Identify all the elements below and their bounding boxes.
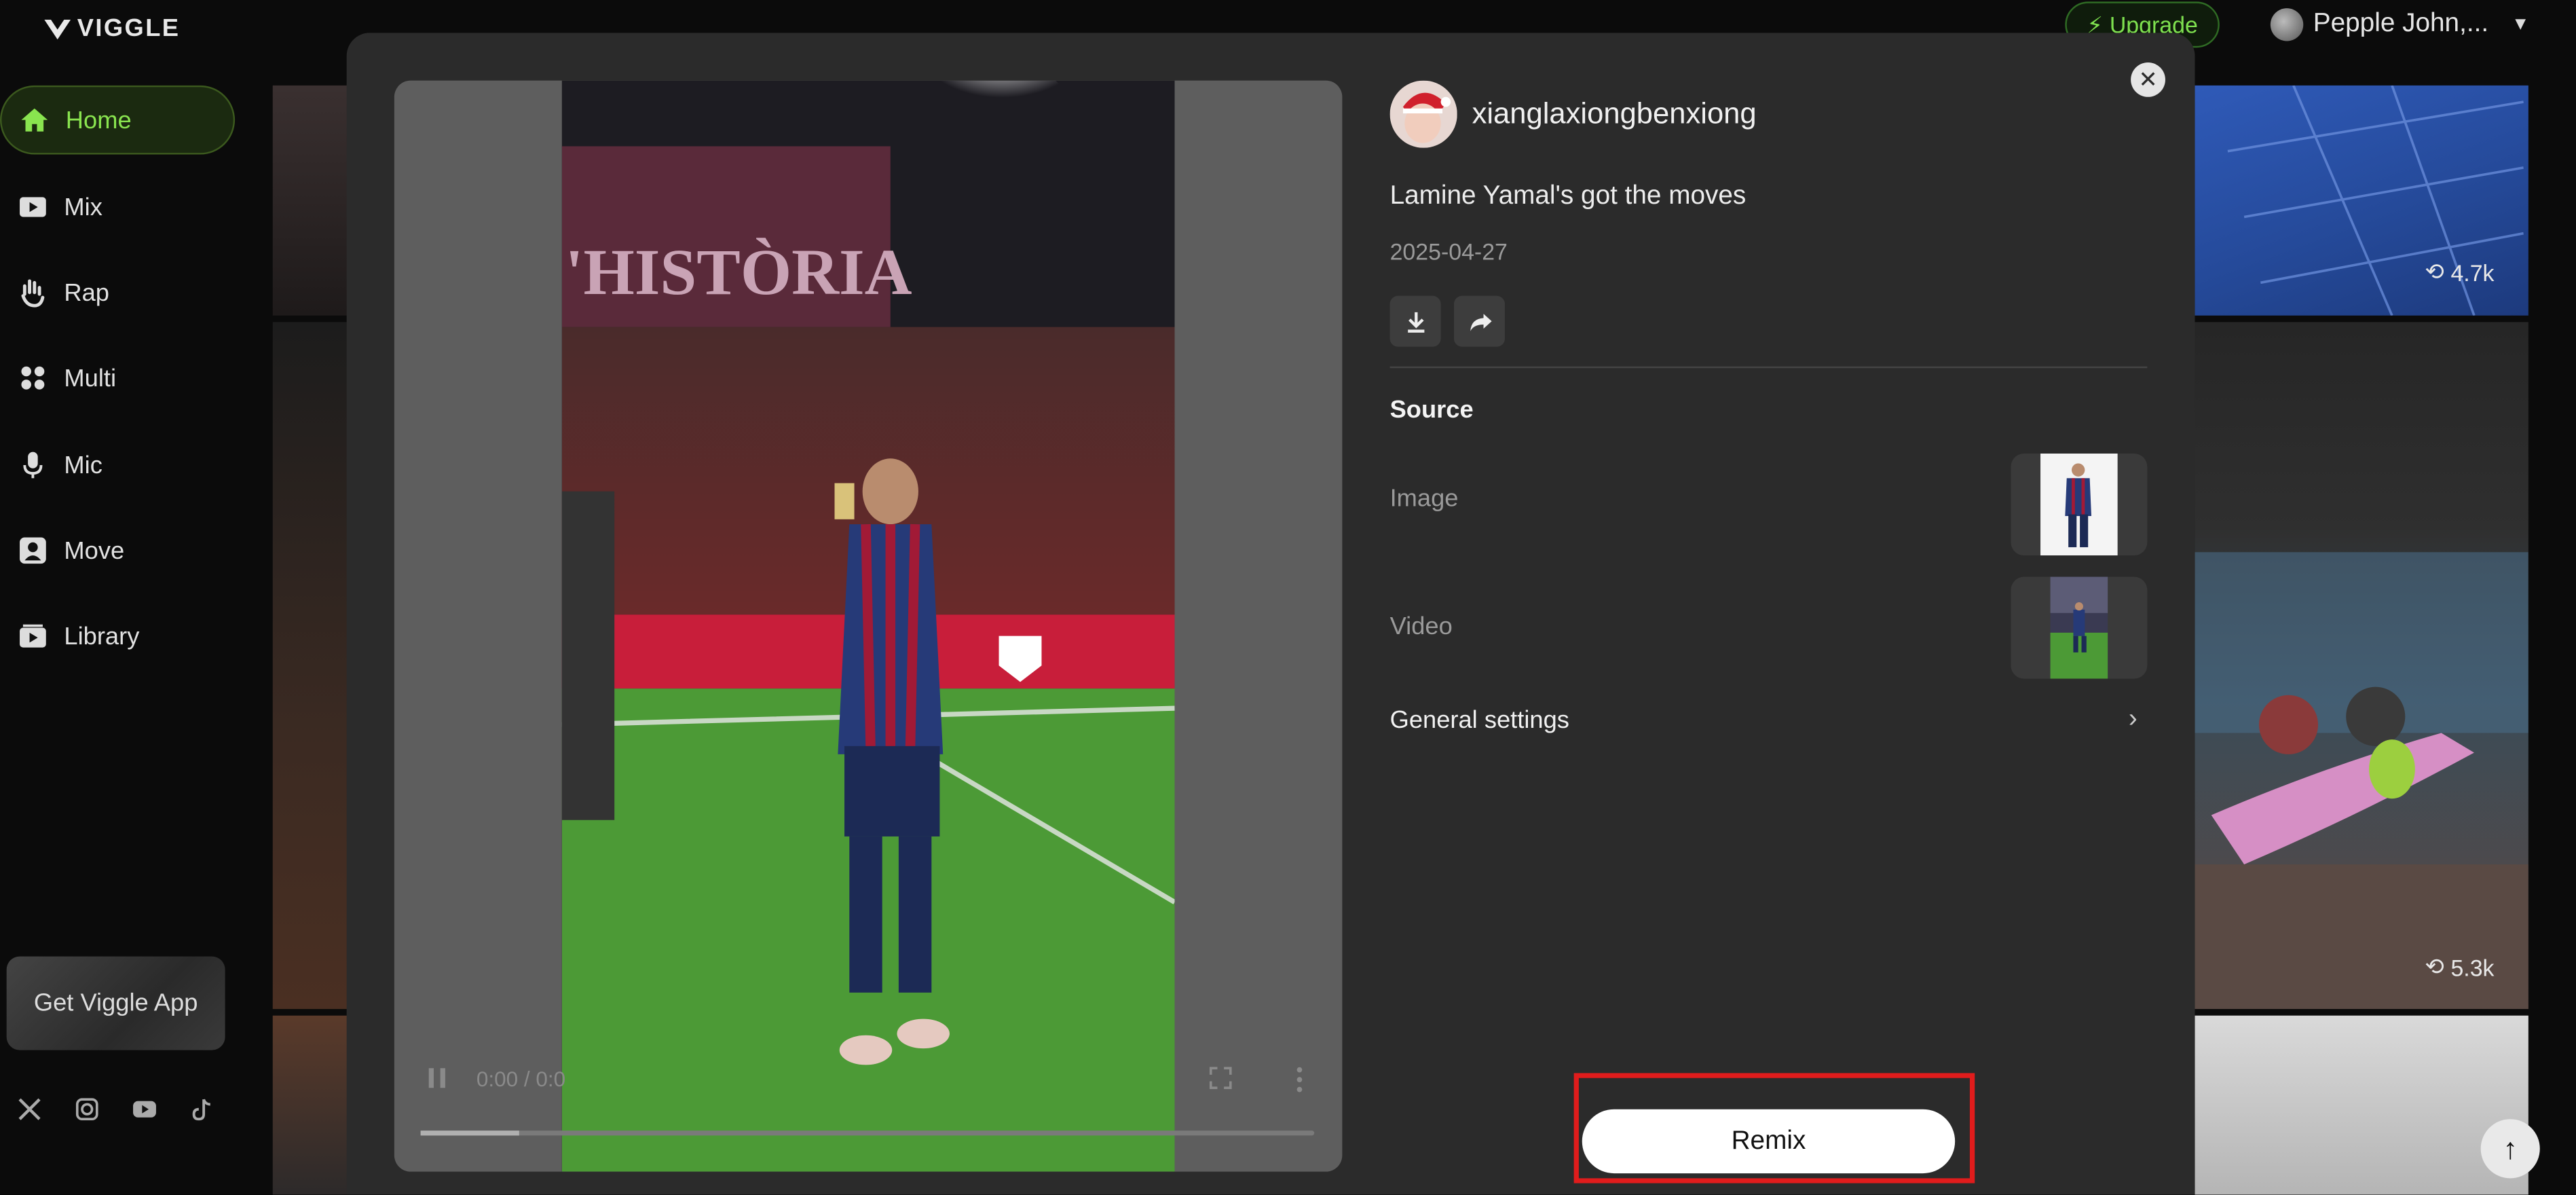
sidebar-item-multi[interactable]: Multi xyxy=(0,344,235,413)
more-options-button[interactable] xyxy=(1294,1067,1305,1093)
sidebar-item-label: Mix xyxy=(64,193,102,221)
seek-bar-fill xyxy=(420,1130,519,1136)
video-detail-modal: 'HISTÒRIA 0:00 / 0:0 ✕ xianglaxiongbenxi… xyxy=(346,33,2195,1195)
multi-icon xyxy=(18,363,48,393)
user-menu[interactable]: Pepple John,... ▼ xyxy=(2270,8,2530,41)
general-settings-label: General settings xyxy=(1389,705,1569,734)
play-box-icon xyxy=(18,192,48,222)
logo-text: VIGGLE xyxy=(77,14,181,43)
download-button[interactable] xyxy=(1389,295,1441,347)
video-still-image: 'HISTÒRIA xyxy=(561,80,1175,1172)
author-name: xianglaxiongbenxiong xyxy=(1472,96,1757,130)
mic-icon xyxy=(18,450,48,480)
seek-bar[interactable] xyxy=(420,1130,1315,1136)
viggle-logo-icon xyxy=(44,18,71,39)
sidebar-item-label: Mic xyxy=(64,451,102,479)
close-button[interactable]: ✕ xyxy=(2131,62,2165,97)
video-frame: 'HISTÒRIA xyxy=(561,80,1175,1172)
arrow-up-icon: ↑ xyxy=(2503,1131,2518,1164)
feed-tile[interactable] xyxy=(2195,322,2528,1010)
source-video xyxy=(2050,576,2108,679)
repost-icon: ⟲ xyxy=(2425,953,2444,980)
fullscreen-button[interactable] xyxy=(1209,1067,1232,1090)
tile-scene-decoration xyxy=(2195,552,2528,1010)
source-heading: Source xyxy=(1389,396,1474,424)
feed-tile[interactable] xyxy=(272,85,355,316)
youtube-icon[interactable] xyxy=(130,1095,160,1124)
divider xyxy=(1389,366,2148,369)
sidebar-item-library[interactable]: Library xyxy=(0,602,235,671)
user-avatar xyxy=(2270,8,2304,41)
chevron-right-icon: › xyxy=(2128,705,2138,733)
author-avatar xyxy=(1389,80,1457,148)
social-links xyxy=(15,1095,217,1124)
source-image xyxy=(2040,454,2118,556)
feed-tile[interactable] xyxy=(2195,1015,2528,1195)
get-app-banner[interactable]: Get Viggle App xyxy=(6,956,225,1050)
view-count: 5.3k xyxy=(2450,953,2495,980)
general-settings-row[interactable]: General settings › xyxy=(1390,705,2148,735)
scroll-to-top-button[interactable]: ↑ xyxy=(2480,1119,2540,1179)
video-title: Lamine Yamal's got the moves xyxy=(1389,182,1747,210)
chevron-down-icon: ▼ xyxy=(2512,14,2530,35)
source-video-thumbnail[interactable] xyxy=(2011,576,2148,679)
viggle-logo[interactable]: VIGGLE xyxy=(43,15,181,43)
feed-tile[interactable] xyxy=(272,1015,355,1195)
view-count-badge: ⟲ 4.7k xyxy=(2425,258,2494,286)
sidebar-item-mix[interactable]: Mix xyxy=(0,172,235,242)
share-button[interactable] xyxy=(1453,295,1505,347)
video-player[interactable]: 'HISTÒRIA 0:00 / 0:0 xyxy=(394,80,1343,1172)
fullscreen-icon xyxy=(1209,1067,1232,1090)
pause-icon xyxy=(428,1068,445,1088)
share-icon xyxy=(1469,313,1491,331)
user-name: Pepple John,... xyxy=(2313,10,2489,38)
tiktok-icon[interactable] xyxy=(187,1095,217,1124)
video-date: 2025-04-27 xyxy=(1389,238,1508,265)
instagram-icon[interactable] xyxy=(72,1095,102,1124)
view-count-badge: ⟲ 5.3k xyxy=(2425,953,2494,981)
sidebar-item-home[interactable]: Home xyxy=(0,85,236,155)
close-icon: ✕ xyxy=(2138,65,2158,92)
library-icon xyxy=(18,621,48,651)
sidebar-item-label: Rap xyxy=(64,278,110,307)
svg-text:'HISTÒRIA: 'HISTÒRIA xyxy=(565,236,912,308)
kebab-icon xyxy=(1296,1067,1303,1092)
repost-icon: ⟲ xyxy=(2425,257,2444,284)
hand-icon xyxy=(18,278,48,308)
time-display: 0:00 / 0:0 xyxy=(477,1067,565,1091)
sidebar-item-label: Multi xyxy=(64,364,117,392)
sidebar-item-move[interactable]: Move xyxy=(0,516,235,585)
image-label: Image xyxy=(1389,484,1459,513)
sidebar-item-rap[interactable]: Rap xyxy=(0,258,235,327)
x-icon[interactable] xyxy=(15,1095,45,1124)
download-icon xyxy=(1406,311,1424,332)
author-info[interactable]: xianglaxiongbenxiong xyxy=(1389,80,1757,148)
video-label: Video xyxy=(1389,612,1453,641)
time-text: 0:00 / 0:0 xyxy=(476,1066,566,1092)
remix-label: Remix xyxy=(1731,1126,1806,1155)
source-image-thumbnail[interactable] xyxy=(2011,454,2148,556)
person-box-icon xyxy=(18,536,48,566)
get-app-label: Get Viggle App xyxy=(33,989,198,1018)
remix-button[interactable]: Remix xyxy=(1582,1109,1956,1174)
sidebar-item-label: Move xyxy=(64,536,125,565)
pause-button[interactable] xyxy=(427,1067,447,1090)
view-count: 4.7k xyxy=(2450,259,2495,285)
sidebar-item-label: Library xyxy=(64,622,140,650)
sidebar-item-mic[interactable]: Mic xyxy=(0,430,235,500)
sidebar-item-label: Home xyxy=(65,106,132,134)
home-icon xyxy=(20,105,50,135)
feed-tile[interactable] xyxy=(272,322,355,1010)
